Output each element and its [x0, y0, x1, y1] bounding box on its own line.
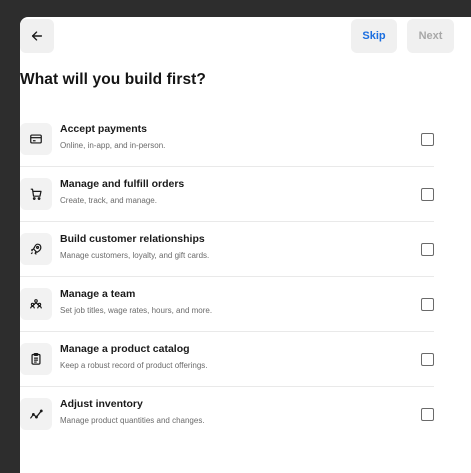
arrow-left-icon [30, 29, 44, 43]
option-accept-payments[interactable]: Accept payments Online, in-app, and in-p… [20, 112, 434, 167]
rocket-icon [20, 233, 52, 265]
back-button[interactable] [20, 19, 54, 53]
option-checkbox[interactable] [421, 243, 434, 256]
option-checkbox[interactable] [421, 188, 434, 201]
option-checkbox[interactable] [421, 353, 434, 366]
option-title: Manage and fulfill orders [60, 178, 185, 190]
dialog-header: Skip Next [20, 19, 454, 53]
trend-line-icon [20, 398, 52, 430]
option-subtitle: Create, track, and manage. [60, 196, 157, 205]
option-checkbox[interactable] [421, 408, 434, 421]
page-title: What will you build first? [20, 71, 207, 88]
credit-card-icon [20, 123, 52, 155]
option-subtitle: Online, in-app, and in-person. [60, 141, 166, 150]
options-list: Accept payments Online, in-app, and in-p… [20, 112, 434, 442]
option-subtitle: Manage product quantities and changes. [60, 416, 205, 425]
header-actions: Skip Next [351, 19, 454, 53]
option-manage-orders[interactable]: Manage and fulfill orders Create, track,… [20, 167, 434, 222]
option-checkbox[interactable] [421, 298, 434, 311]
team-icon [20, 288, 52, 320]
option-customer-relationships[interactable]: Build customer relationships Manage cust… [20, 222, 434, 277]
option-subtitle: Keep a robust record of product offering… [60, 361, 208, 370]
option-subtitle: Manage customers, loyalty, and gift card… [60, 251, 210, 260]
option-title: Manage a product catalog [60, 343, 190, 355]
option-title: Build customer relationships [60, 233, 205, 245]
clipboard-icon [20, 343, 52, 375]
option-title: Accept payments [60, 123, 147, 135]
next-button[interactable]: Next [407, 19, 454, 53]
option-adjust-inventory[interactable]: Adjust inventory Manage product quantiti… [20, 387, 434, 442]
option-manage-team[interactable]: Manage a team Set job titles, wage rates… [20, 277, 434, 332]
option-product-catalog[interactable]: Manage a product catalog Keep a robust r… [20, 332, 434, 387]
option-checkbox[interactable] [421, 133, 434, 146]
skip-button[interactable]: Skip [351, 19, 397, 53]
option-title: Adjust inventory [60, 398, 143, 410]
option-subtitle: Set job titles, wage rates, hours, and m… [60, 306, 213, 315]
shopping-cart-icon [20, 178, 52, 210]
option-title: Manage a team [60, 288, 136, 300]
